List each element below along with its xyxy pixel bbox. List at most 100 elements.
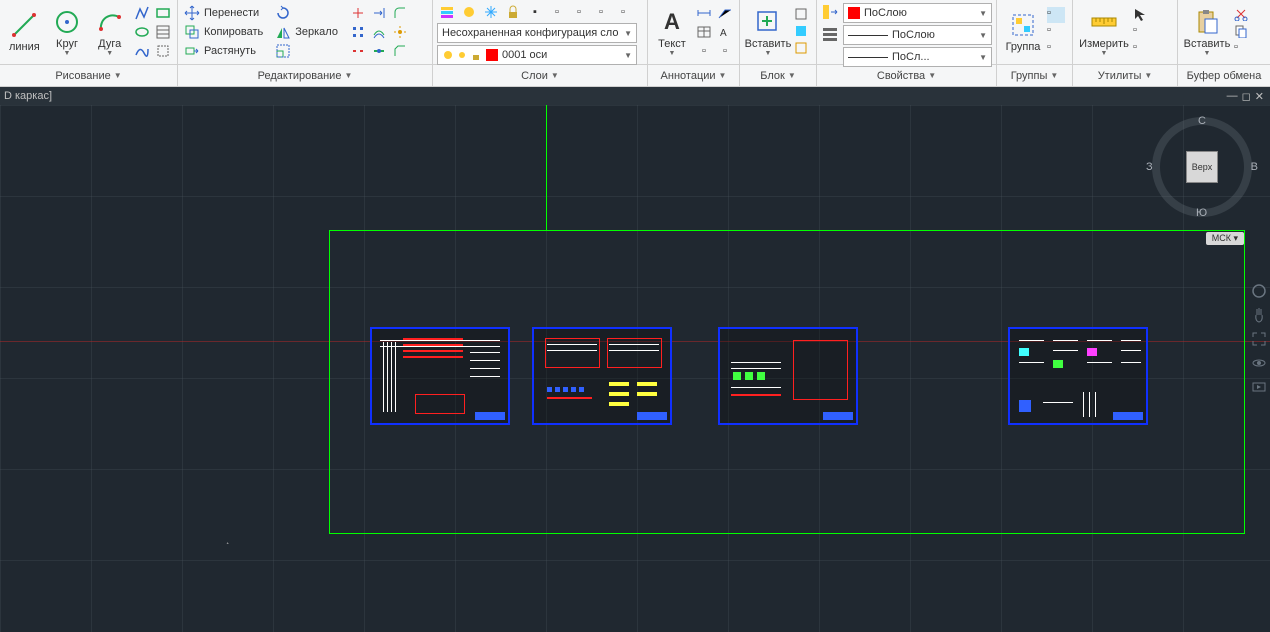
panel-title-block[interactable]: Блок▼ (740, 65, 817, 86)
drawing-canvas[interactable]: ˖ (0, 105, 1270, 632)
layer-off-icon[interactable] (459, 3, 479, 21)
pan-icon[interactable] (1250, 306, 1268, 324)
zoom-extents-icon[interactable] (1250, 330, 1268, 348)
insert-block-button[interactable]: Вставить ▼ (744, 5, 792, 60)
group-icon (1009, 11, 1037, 39)
lineweight-combo[interactable]: ПоСлою ▼ (843, 25, 992, 45)
hatch-icon[interactable] (153, 23, 173, 41)
circle-button[interactable]: Круг ▼ (47, 5, 88, 60)
group-sel-icon[interactable]: ▫ (1047, 41, 1065, 57)
chevron-down-icon: ▼ (1144, 71, 1152, 80)
view-cube[interactable]: С З В Ю Верх (1152, 117, 1252, 217)
panel-title-annot[interactable]: Аннотации▼ (648, 65, 740, 86)
polyline-icon[interactable] (132, 4, 152, 22)
layer-tool4-icon[interactable]: ▫ (613, 3, 633, 21)
orbit-icon[interactable] (1250, 354, 1268, 372)
nav-north[interactable]: С (1198, 115, 1206, 127)
minimize-button[interactable]: — (1227, 90, 1238, 103)
panel-title-props[interactable]: Свойства▼ (817, 65, 997, 86)
rotate-button[interactable] (273, 4, 340, 22)
layer-tool3-icon[interactable]: ▫ (591, 3, 611, 21)
layer-current-combo[interactable]: 0001 оси ▼ (437, 45, 637, 65)
mtext-icon[interactable]: A (715, 23, 735, 41)
drawing-sheet-1[interactable] (370, 327, 510, 425)
move-label: Перенести (204, 7, 259, 19)
view-cube-top[interactable]: Верх (1186, 151, 1218, 183)
trim-icon[interactable] (348, 4, 368, 22)
arc-button[interactable]: Дуга ▼ (89, 5, 130, 60)
nav-west[interactable]: З (1146, 161, 1153, 173)
line-button[interactable]: линия (4, 5, 45, 60)
showmotion-icon[interactable] (1250, 378, 1268, 396)
layer-tool2-icon[interactable]: ▫ (569, 3, 589, 21)
calc-icon[interactable]: ▫ (1133, 41, 1151, 57)
group-button[interactable]: Группа (1001, 5, 1045, 60)
block-edit-icon[interactable] (794, 7, 812, 23)
select-icon[interactable] (1133, 7, 1151, 23)
panel-title-edit[interactable]: Редактирование▼ (178, 65, 433, 86)
layer-prop-icon[interactable] (437, 3, 457, 21)
layer-state-combo[interactable]: Несохраненная конфигурация сло▼ (437, 23, 637, 43)
chevron-down-icon: ▼ (106, 50, 113, 57)
panel-title-groups[interactable]: Группы▼ (997, 65, 1073, 86)
insert-block-icon (754, 8, 782, 36)
table-icon[interactable] (694, 23, 714, 41)
stretch-button[interactable]: Растянуть (182, 42, 265, 60)
rectangle-icon[interactable] (153, 4, 173, 22)
nav-south[interactable]: Ю (1196, 207, 1207, 219)
dim-tool-icon[interactable]: ▫ (694, 42, 714, 60)
join-icon[interactable] (369, 42, 389, 60)
clip-tool-icon[interactable]: ▫ (1234, 41, 1252, 57)
drawing-sheet-3[interactable] (718, 327, 858, 425)
text-button[interactable]: A Текст ▼ (652, 5, 692, 60)
dim-linear-icon[interactable] (694, 4, 714, 22)
drawing-sheet-4[interactable] (1008, 327, 1148, 425)
move-button[interactable]: Перенести (182, 4, 265, 22)
copy-button[interactable]: Копировать (182, 23, 265, 41)
ungroup-icon[interactable]: ▫ (1047, 7, 1065, 23)
scale-button[interactable] (273, 42, 340, 60)
color-combo[interactable]: ПоСлою ▼ (843, 3, 992, 23)
paste-icon (1193, 8, 1221, 36)
block-attr-icon[interactable] (794, 41, 812, 57)
qselect-icon[interactable]: ▫ (1133, 24, 1151, 40)
chamfer-icon[interactable] (390, 42, 410, 60)
array-icon[interactable] (348, 23, 368, 41)
maximize-button[interactable]: ◻ (1242, 90, 1251, 103)
block-create-icon[interactable] (794, 24, 812, 40)
fillet-icon[interactable] (390, 4, 410, 22)
drawing-sheet-2[interactable] (532, 327, 672, 425)
leader-icon[interactable] (715, 4, 735, 22)
copy-clip-icon[interactable] (1234, 24, 1252, 40)
cut-icon[interactable] (1234, 7, 1252, 23)
mirror-button[interactable]: Зеркало (273, 23, 340, 41)
steering-wheel-icon[interactable] (1250, 282, 1268, 300)
panel-title-clipboard[interactable]: Буфер обмена (1178, 65, 1270, 86)
group-edit-icon[interactable]: ▫ (1047, 24, 1065, 40)
layer-freeze-icon[interactable] (481, 3, 501, 21)
match-prop-icon[interactable] (821, 3, 841, 23)
annot-tool-icon[interactable]: ▫ (715, 42, 735, 60)
close-button[interactable]: ✕ (1255, 90, 1264, 103)
layer-name: 0001 оси (502, 49, 547, 61)
layer-tool1-icon[interactable]: ▫ (547, 3, 567, 21)
panel-title-layers[interactable]: Слои▼ (433, 65, 648, 86)
nav-east[interactable]: В (1251, 161, 1258, 173)
paste-button[interactable]: Вставить ▼ (1182, 5, 1232, 60)
panel-title-utils[interactable]: Утилиты▼ (1073, 65, 1178, 86)
list-icon[interactable] (821, 25, 841, 45)
measure-button[interactable]: Измерить ▼ (1077, 5, 1131, 60)
explode-icon[interactable] (390, 23, 410, 41)
coord-system-badge[interactable]: МСК ▾ (1206, 232, 1244, 245)
spline-icon[interactable] (132, 42, 152, 60)
offset-icon[interactable] (369, 23, 389, 41)
linetype-combo[interactable]: ПоСл... ▼ (843, 47, 992, 67)
panel-title-draw[interactable]: Рисование▼ (0, 65, 178, 86)
layer-lock-icon[interactable] (503, 3, 523, 21)
layer-iso-icon[interactable]: ▪ (525, 3, 545, 21)
extend-icon[interactable] (369, 4, 389, 22)
ellipse-icon[interactable] (132, 23, 152, 41)
point-icon[interactable] (153, 42, 173, 60)
chevron-down-icon: ▼ (788, 71, 796, 80)
break-icon[interactable] (348, 42, 368, 60)
